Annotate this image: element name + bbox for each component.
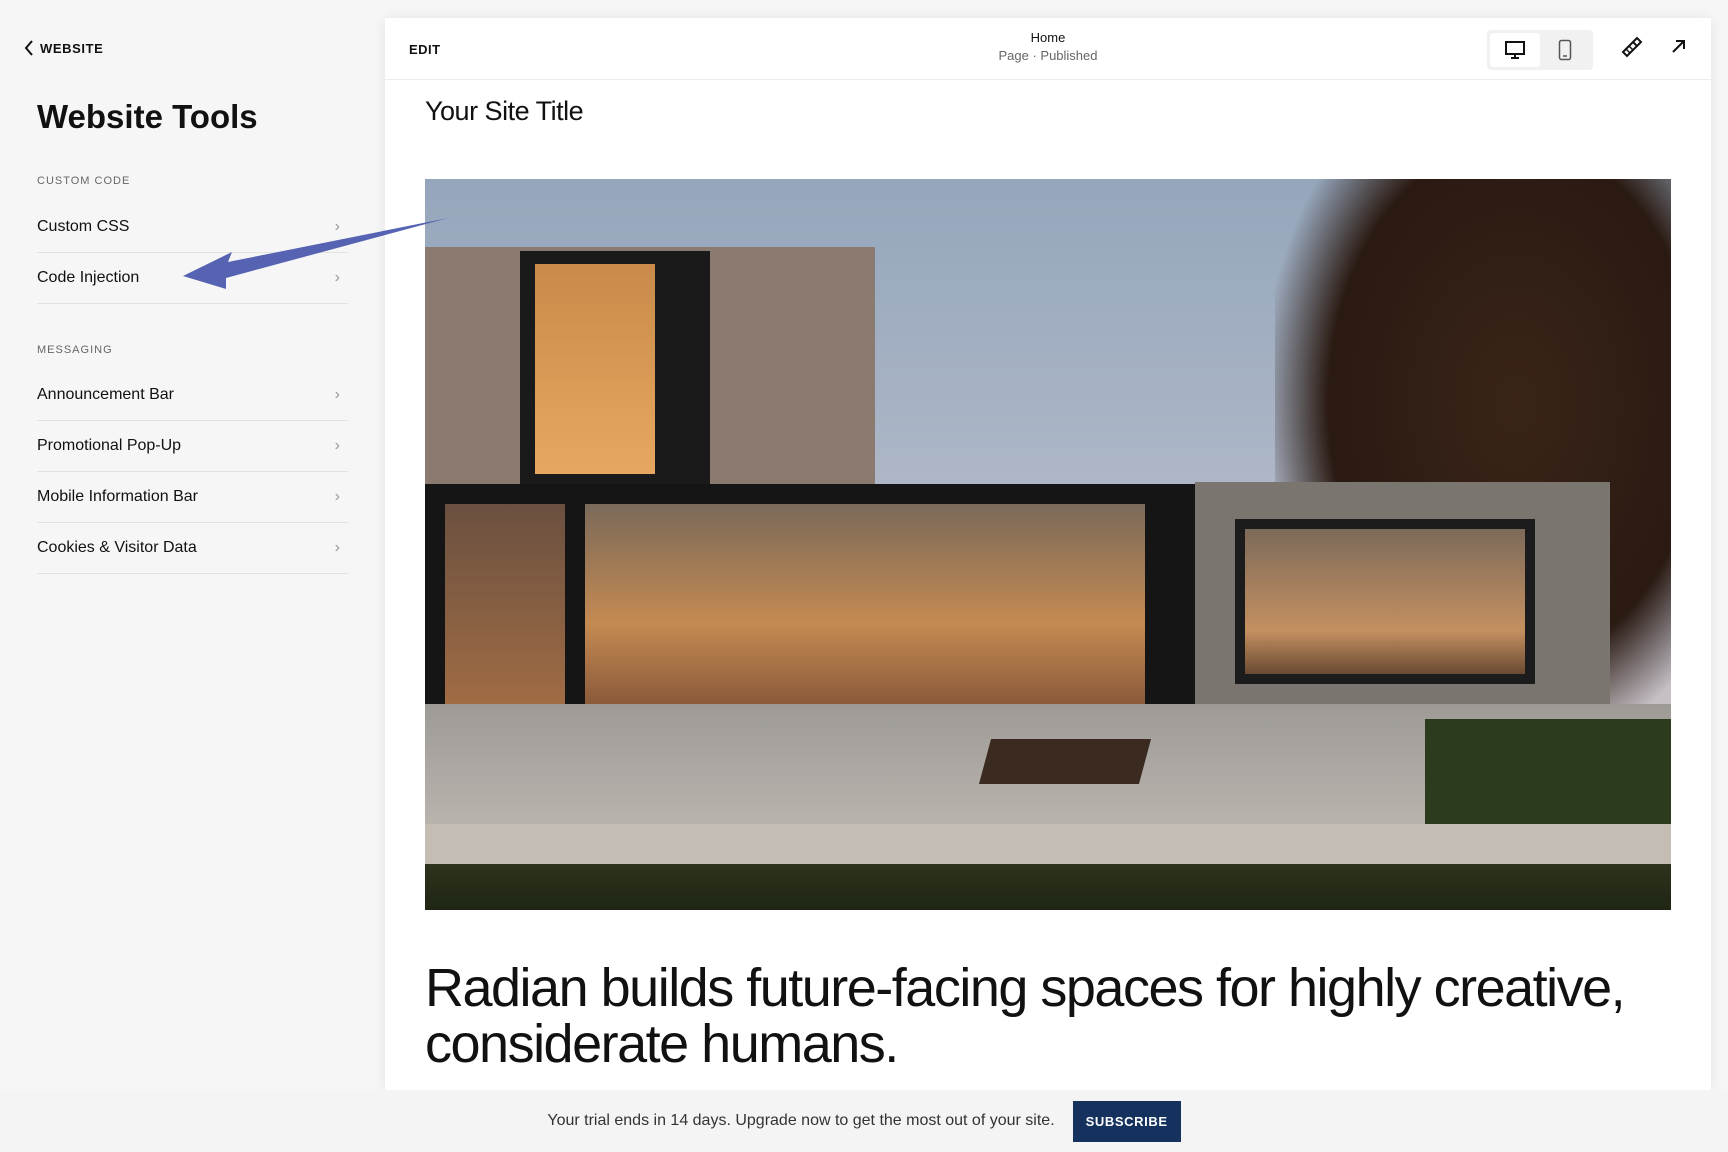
trial-banner: Your trial ends in 14 days. Upgrade now …	[0, 1090, 1728, 1152]
trial-message: Your trial ends in 14 days. Upgrade now …	[547, 1112, 1055, 1129]
subscribe-button[interactable]: SUBSCRIBE	[1072, 1100, 1181, 1142]
annotation-arrow	[183, 218, 448, 289]
